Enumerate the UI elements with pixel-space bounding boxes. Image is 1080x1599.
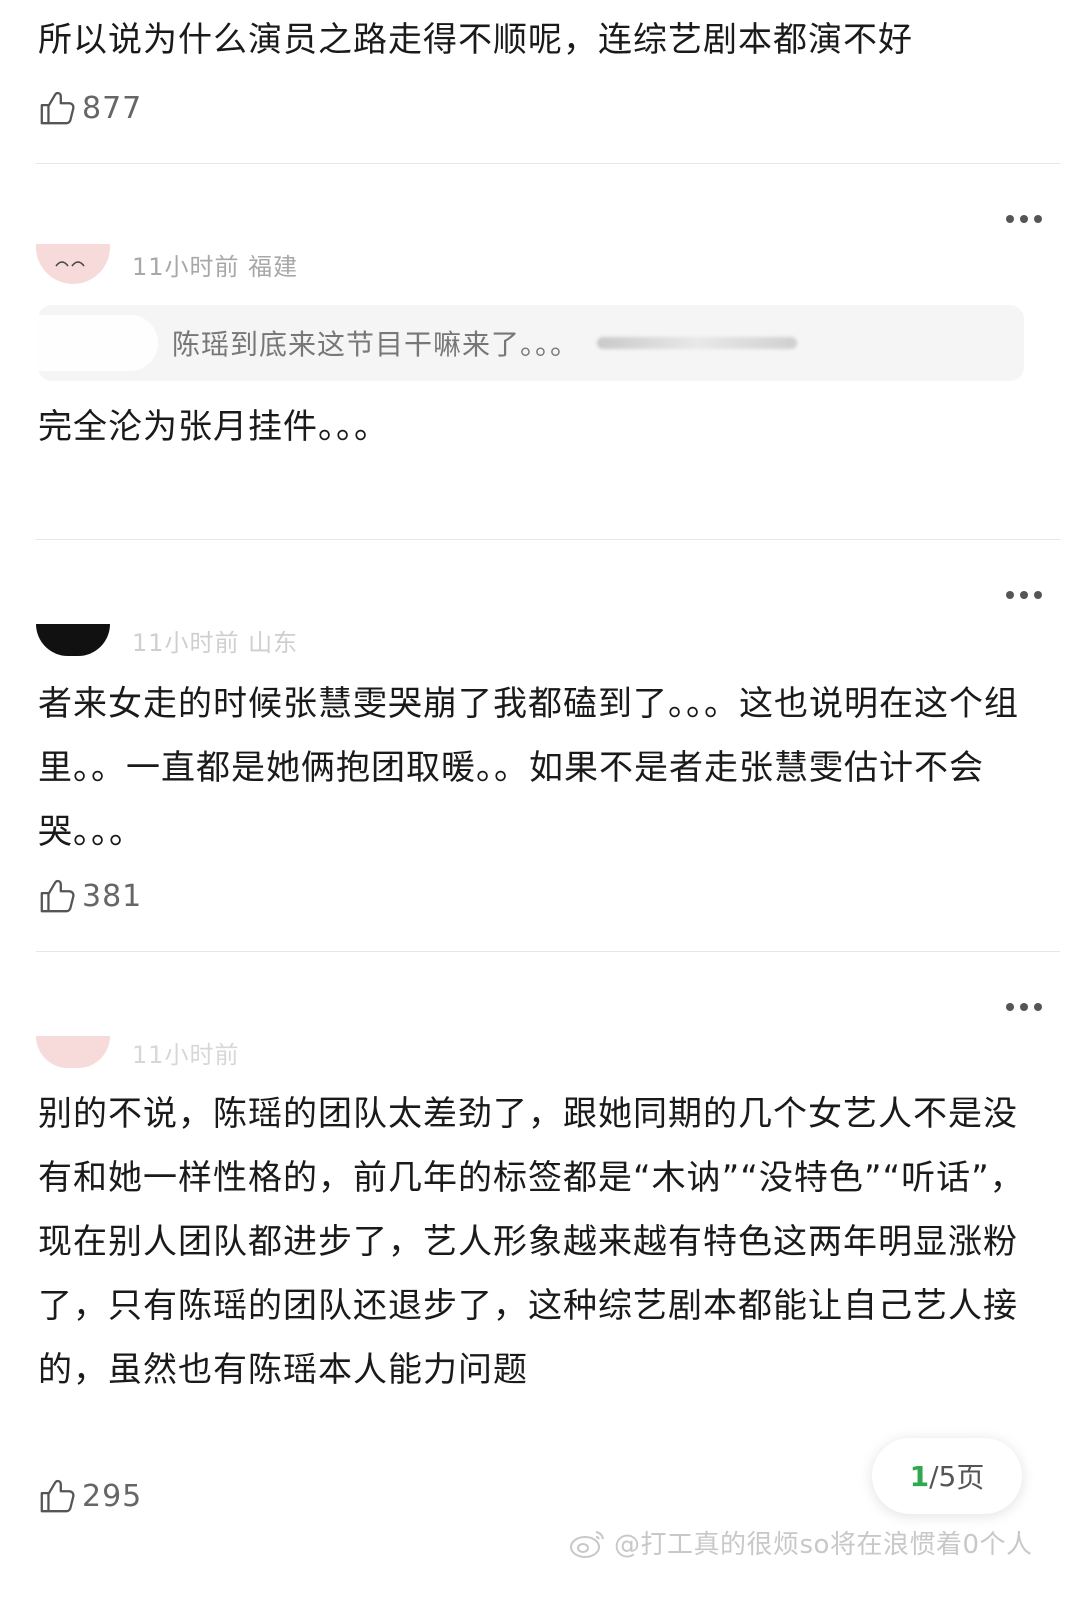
more-icon[interactable] [1006,214,1042,224]
thumbs-up-icon [40,879,75,913]
thumbs-up-icon [40,91,75,125]
comment-meta: 11小时前 [36,1032,240,1072]
divider [36,539,1060,540]
avatar[interactable] [36,1036,110,1068]
more-icon[interactable] [1006,590,1042,600]
quoted-reply[interactable]: 陈瑶到底来这节目干嘛来了。。。 [38,305,1024,381]
comment-time-location: 11小时前 山东 [132,628,299,657]
like-count: 877 [82,90,143,126]
page-unit: 页 [956,1461,985,1494]
quote-text: 陈瑶到底来这节目干嘛来了。。。 [172,328,580,361]
quote-avatar-placeholder [38,315,158,371]
avatar[interactable] [36,624,110,656]
like-button[interactable]: 381 [38,876,142,916]
divider [36,163,1060,164]
comment-text: 所以说为什么演员之路走得不顺呢，连综艺剧本都演不好 [38,20,913,60]
comment-text: 者来女走的时候张慧雯哭崩了我都磕到了。。。这也说明在这个组里。。一直都是她俩抱团… [38,684,1019,852]
comment-text: 完全沦为张月挂件。。。 [38,407,389,447]
like-button[interactable]: 877 [38,88,142,128]
watermark-text: @打工真的很烦so将在浪惯着0个人 [614,1530,1033,1560]
avatar[interactable] [36,244,110,284]
comment-text: 别的不说，陈瑶的团队太差劲了，跟她同期的几个女艺人不是没有和她一样性格的，前几年… [38,1094,1025,1390]
more-icon[interactable] [1006,1002,1042,1012]
like-count: 295 [82,1478,143,1514]
comment-time-location: 11小时前 福建 [132,252,299,281]
like-button[interactable]: 295 [38,1476,142,1516]
watermark: @打工真的很烦so将在浪惯着0个人 [568,1524,1033,1561]
current-page: 1 [909,1459,930,1493]
thumbs-up-icon [40,1479,75,1513]
page-indicator[interactable]: 1/5 页 [872,1438,1022,1514]
divider [36,951,1060,952]
total-pages: /5 [929,1459,957,1493]
blurred-text [597,337,798,349]
comment-meta: 11小时前 山东 [36,620,298,660]
comment-meta: 11小时前 福建 [36,244,298,284]
weibo-icon [570,1530,604,1558]
like-count: 381 [82,878,143,914]
comment-time-location: 11小时前 [132,1040,240,1069]
